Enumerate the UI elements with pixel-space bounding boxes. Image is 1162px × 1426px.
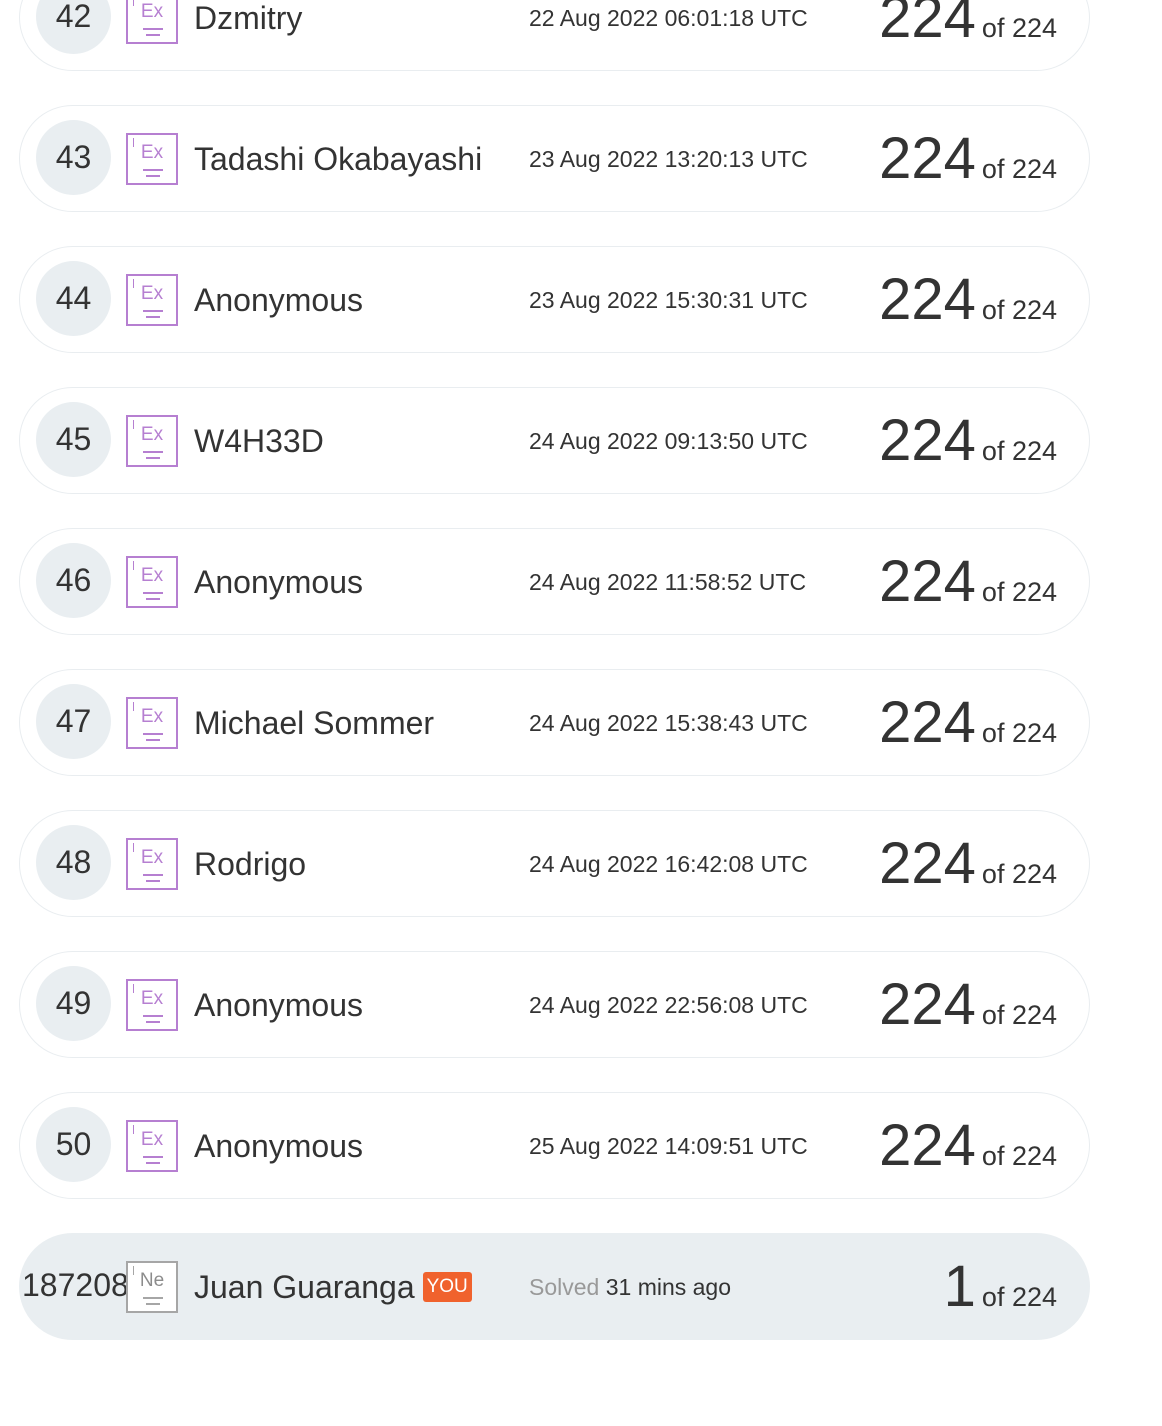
solved-total: of 224 bbox=[981, 1141, 1057, 1171]
solved-count: 224 of 224 bbox=[879, 547, 1057, 632]
user-name[interactable]: Michael Sommer bbox=[194, 698, 434, 748]
solved-count: 224 of 224 bbox=[879, 829, 1057, 914]
solved-number: 224 bbox=[879, 126, 976, 191]
leaderboard-row[interactable]: 42 Ex Dzmitry 22 Aug 2022 06:01:18 UTC 2… bbox=[19, 0, 1090, 71]
badge-symbol: Ex bbox=[140, 1, 164, 22]
rank-number: 47 bbox=[36, 684, 111, 759]
badge-symbol: Ex bbox=[140, 706, 164, 727]
expert-level-badge-icon: Ex bbox=[126, 1120, 178, 1172]
newbie-level-badge-icon: Ne bbox=[126, 1261, 178, 1313]
solved-number: 224 bbox=[879, 408, 976, 473]
expert-level-badge-icon: Ex bbox=[126, 274, 178, 326]
current-user-row[interactable]: 187208 Ne Juan Guaranga YOU Solved 31 min… bbox=[19, 1233, 1090, 1340]
badge-symbol: Ne bbox=[139, 1270, 165, 1291]
solved-total: of 224 bbox=[981, 1000, 1057, 1030]
solved-number: 224 bbox=[879, 0, 976, 50]
solved-count: 224 of 224 bbox=[879, 406, 1057, 491]
expert-level-badge-icon: Ex bbox=[126, 0, 178, 44]
solved-total: of 224 bbox=[981, 859, 1057, 889]
badge-symbol: Ex bbox=[140, 424, 164, 445]
leaderboard-list: 42 Ex Dzmitry 22 Aug 2022 06:01:18 UTC 2… bbox=[19, 0, 1090, 1374]
leaderboard-row[interactable]: 46 Ex Anonymous 24 Aug 2022 11:58:52 UTC… bbox=[19, 528, 1090, 635]
solved-count: 224 of 224 bbox=[879, 124, 1057, 209]
solved-number: 1 bbox=[943, 1254, 976, 1319]
solved-total: of 224 bbox=[981, 436, 1057, 466]
expert-level-badge-icon: Ex bbox=[126, 133, 178, 185]
user-name[interactable]: Tadashi Okabayashi bbox=[194, 134, 482, 184]
user-name[interactable]: Rodrigo bbox=[194, 839, 306, 889]
expert-level-badge-icon: Ex bbox=[126, 838, 178, 890]
leaderboard-row[interactable]: 47 Ex Michael Sommer 24 Aug 2022 15:38:4… bbox=[19, 669, 1090, 776]
completion-timestamp: 24 Aug 2022 22:56:08 UTC bbox=[529, 992, 808, 1018]
completion-timestamp: 25 Aug 2022 14:09:51 UTC bbox=[529, 1133, 808, 1159]
solved-total: of 224 bbox=[981, 718, 1057, 748]
solved-count: 224 of 224 bbox=[879, 970, 1057, 1055]
expert-level-badge-icon: Ex bbox=[126, 556, 178, 608]
rank-number: 43 bbox=[36, 120, 111, 195]
completion-timestamp: 24 Aug 2022 15:38:43 UTC bbox=[529, 710, 808, 736]
user-name[interactable]: Anonymous bbox=[194, 980, 363, 1030]
leaderboard-row[interactable]: 48 Ex Rodrigo 24 Aug 2022 16:42:08 UTC 2… bbox=[19, 810, 1090, 917]
badge-symbol: Ex bbox=[140, 847, 164, 868]
solved-ago: 31 mins ago bbox=[605, 1274, 732, 1300]
rank-number: 44 bbox=[36, 261, 111, 336]
solved-total: of 224 bbox=[981, 295, 1057, 325]
leaderboard-row[interactable]: 43 Ex Tadashi Okabayashi 23 Aug 2022 13:… bbox=[19, 105, 1090, 212]
solved-count: 224 of 224 bbox=[879, 688, 1057, 773]
rank-number: 49 bbox=[36, 966, 111, 1041]
solved-total: of 224 bbox=[981, 577, 1057, 607]
badge-symbol: Ex bbox=[140, 1129, 164, 1150]
user-name[interactable]: W4H33D bbox=[194, 416, 324, 466]
user-name[interactable]: Anonymous bbox=[194, 557, 363, 607]
solved-number: 224 bbox=[879, 831, 976, 896]
solved-count: 224 of 224 bbox=[879, 265, 1057, 350]
rank-number: 50 bbox=[36, 1107, 111, 1182]
badge-symbol: Ex bbox=[140, 565, 164, 586]
solved-total: of 224 bbox=[981, 1282, 1057, 1312]
leaderboard-row[interactable]: 49 Ex Anonymous 24 Aug 2022 22:56:08 UTC… bbox=[19, 951, 1090, 1058]
rank-number: 45 bbox=[36, 402, 111, 477]
badge-symbol: Ex bbox=[140, 142, 164, 163]
rank-number: 46 bbox=[36, 543, 111, 618]
rank-number: 42 bbox=[36, 0, 111, 54]
solved-number: 224 bbox=[879, 1113, 976, 1178]
user-name[interactable]: Juan Guaranga bbox=[194, 1269, 415, 1305]
user-name[interactable]: Anonymous bbox=[194, 275, 363, 325]
user-name[interactable]: Anonymous bbox=[194, 1121, 363, 1171]
completion-timestamp: 22 Aug 2022 06:01:18 UTC bbox=[529, 5, 808, 31]
expert-level-badge-icon: Ex bbox=[126, 979, 178, 1031]
rank-number: 48 bbox=[36, 825, 111, 900]
completion-timestamp: 23 Aug 2022 13:20:13 UTC bbox=[529, 146, 808, 172]
solved-time: Solved 31 mins ago bbox=[529, 1270, 731, 1304]
badge-symbol: Ex bbox=[140, 988, 164, 1009]
solved-count: 224 of 224 bbox=[879, 1111, 1057, 1196]
user-name-wrapper: Juan Guaranga YOU bbox=[194, 1262, 472, 1312]
user-name[interactable]: Dzmitry bbox=[194, 0, 302, 43]
completion-timestamp: 24 Aug 2022 16:42:08 UTC bbox=[529, 851, 808, 877]
leaderboard-row[interactable]: 45 Ex W4H33D 24 Aug 2022 09:13:50 UTC 22… bbox=[19, 387, 1090, 494]
solved-number: 224 bbox=[879, 972, 976, 1037]
solved-count: 224 of 224 bbox=[879, 0, 1057, 68]
completion-timestamp: 24 Aug 2022 11:58:52 UTC bbox=[529, 569, 807, 595]
expert-level-badge-icon: Ex bbox=[126, 697, 178, 749]
solved-number: 224 bbox=[879, 267, 976, 332]
solved-total: of 224 bbox=[981, 154, 1057, 184]
expert-level-badge-icon: Ex bbox=[126, 415, 178, 467]
solved-number: 224 bbox=[879, 549, 976, 614]
rank-number: 187208 bbox=[22, 1267, 129, 1303]
you-badge: YOU bbox=[422, 1271, 472, 1302]
solved-count: 1 of 224 bbox=[944, 1252, 1057, 1337]
leaderboard-row[interactable]: 44 Ex Anonymous 23 Aug 2022 15:30:31 UTC… bbox=[19, 246, 1090, 353]
solved-number: 224 bbox=[879, 690, 976, 755]
solved-total: of 224 bbox=[981, 13, 1057, 43]
completion-timestamp: 23 Aug 2022 15:30:31 UTC bbox=[529, 287, 808, 313]
solved-label: Solved bbox=[529, 1274, 600, 1300]
leaderboard-row[interactable]: 50 Ex Anonymous 25 Aug 2022 14:09:51 UTC… bbox=[19, 1092, 1090, 1199]
badge-symbol: Ex bbox=[140, 283, 164, 304]
completion-timestamp: 24 Aug 2022 09:13:50 UTC bbox=[529, 428, 808, 454]
